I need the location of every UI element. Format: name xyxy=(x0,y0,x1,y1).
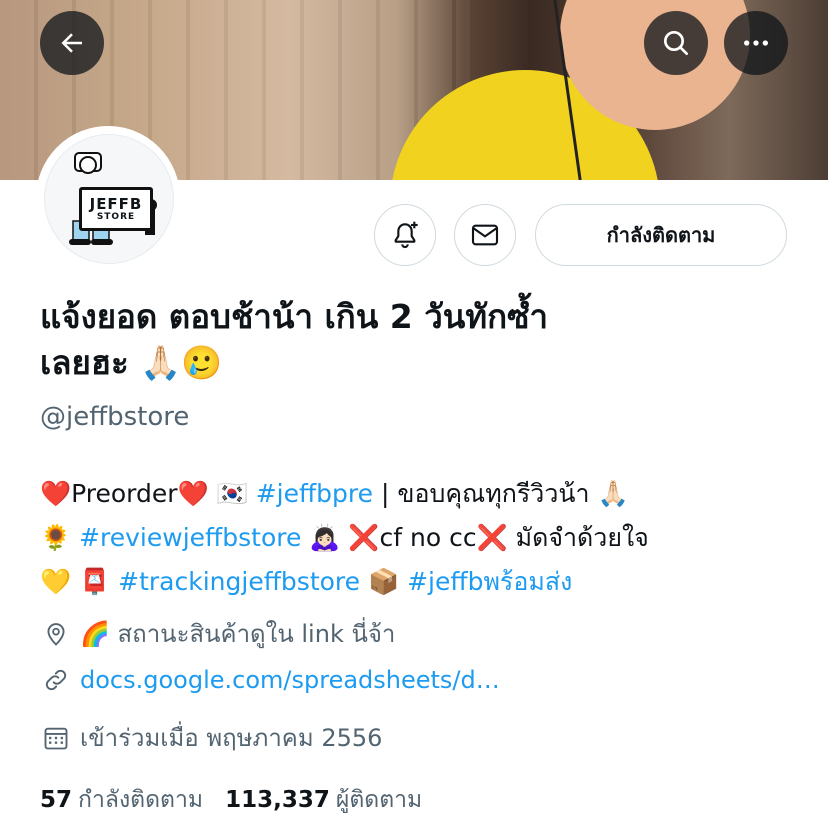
following-button[interactable]: กำลังติดตาม xyxy=(535,204,787,266)
hashtag-link[interactable]: #reviewjeffbstore xyxy=(79,523,301,552)
profile-display-name: แจ้งยอด ตอบช้าน้า เกิน 2 วันทักซ้ำ เลยฮะ… xyxy=(40,294,800,386)
bio-line-2: 🌻 #reviewjeffbstore 🙇🏻‍♀️ ❌cf no cc❌ มัด… xyxy=(40,516,800,560)
display-name-line1: แจ้งยอด ตอบช้าน้า เกิน 2 วันทักซ้ำ xyxy=(40,297,549,336)
mail-icon xyxy=(471,224,499,246)
hashtag-link[interactable]: #jeffbพร้อมส่ง xyxy=(407,567,572,596)
followers-label: ผู้ติดตาม xyxy=(335,787,423,813)
search-icon xyxy=(664,31,688,55)
hashtag-link[interactable]: #jeffbpre xyxy=(256,479,373,508)
avatar-logo: JEFFB STORE xyxy=(79,187,153,231)
bio-text: 💛 📮 xyxy=(40,567,119,596)
joined-text: เข้าร่วมเมื่อ พฤษภาคม 2556 xyxy=(80,724,383,752)
bio-text: 🌻 xyxy=(40,523,80,552)
bio-text: 🙇🏻‍♀️ ❌cf no cc❌ มัดจำด้วยใจ xyxy=(301,523,649,552)
arrow-left-icon xyxy=(61,33,82,53)
profile-avatar[interactable]: JEFFB STORE xyxy=(36,126,180,270)
notifications-button[interactable] xyxy=(374,204,436,266)
link-icon xyxy=(45,669,67,691)
calendar-icon xyxy=(44,727,68,749)
hashtag-link[interactable]: #trackingjeffbstore xyxy=(118,567,360,596)
profile-bio: ❤️Preorder❤️ 🇰🇷 #jeffbpre | ขอบคุณทุกรีว… xyxy=(40,472,800,604)
profile-website[interactable]: docs.google.com/spreadsheets/d… xyxy=(42,666,500,694)
back-button[interactable] xyxy=(40,11,104,75)
bio-text: ❤️Preorder❤️ 🇰🇷 xyxy=(40,479,256,508)
bio-text: | ขอบคุณทุกรีวิวน้า 🙏🏻 xyxy=(373,479,629,508)
avatar-logo-line1: JEFFB xyxy=(89,195,143,213)
following-label: กำลังติดตาม xyxy=(78,787,204,813)
following-count: 57 xyxy=(40,787,73,813)
bio-line-3: 💛 📮 #trackingjeffbstore 📦 #jeffbพร้อมส่ง xyxy=(40,560,800,604)
following-stat[interactable]: 57 กำลังติดตาม xyxy=(40,782,203,818)
bio-text: 📦 xyxy=(360,567,408,596)
profile-handle: @jeffbstore xyxy=(40,402,190,432)
more-options-button[interactable] xyxy=(724,11,788,75)
message-button[interactable] xyxy=(454,204,516,266)
display-name-line2: เลยฮะ 🙏🏻🥲 xyxy=(40,343,223,382)
avatar-image: JEFFB STORE xyxy=(44,134,174,264)
location-pin-icon xyxy=(47,622,65,646)
profile-location: 🌈 สถานะสินค้าดูใน link นี่จ้า xyxy=(42,614,395,653)
location-text: 🌈 สถานะสินค้าดูใน link นี่จ้า xyxy=(80,620,396,648)
website-link[interactable]: docs.google.com/spreadsheets/d… xyxy=(80,666,500,694)
profile-stats: 57 กำลังติดตาม 113,337 ผู้ติดตาม xyxy=(40,782,444,818)
bell-plus-icon xyxy=(394,221,418,248)
profile-joined-date: เข้าร่วมเมื่อ พฤษภาคม 2556 xyxy=(42,718,382,757)
search-button[interactable] xyxy=(644,11,708,75)
followers-count: 113,337 xyxy=(225,787,330,813)
bio-line-1: ❤️Preorder❤️ 🇰🇷 #jeffbpre | ขอบคุณทุกรีว… xyxy=(40,472,800,516)
avatar-logo-line2: STORE xyxy=(96,212,136,222)
followers-stat[interactable]: 113,337 ผู้ติดตาม xyxy=(225,782,422,818)
more-horizontal-icon xyxy=(744,40,768,46)
